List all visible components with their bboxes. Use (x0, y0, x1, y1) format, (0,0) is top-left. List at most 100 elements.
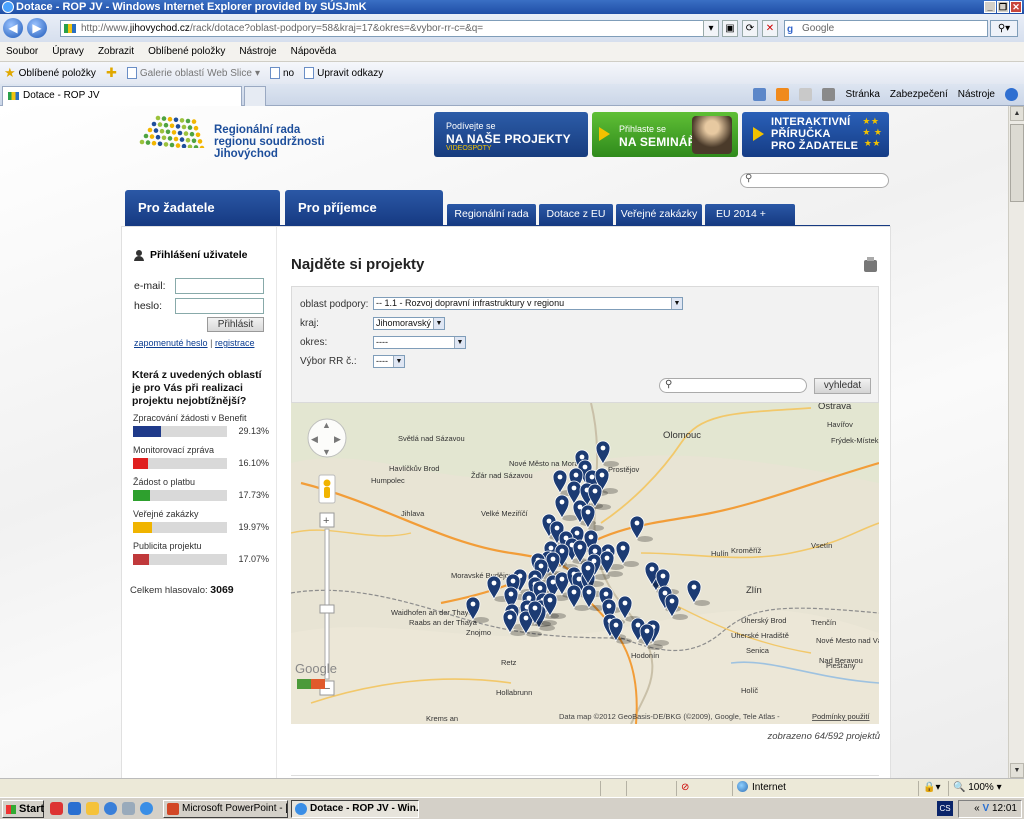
task-powerpoint[interactable]: Microsoft PowerPoint - [... (163, 800, 288, 818)
marker-dot (592, 548, 598, 554)
map-terms-link[interactable]: Podmínky použití (812, 712, 870, 721)
menu-help[interactable]: Nápověda (291, 46, 337, 57)
play-icon (599, 127, 610, 141)
map-canvas[interactable]: OstravaHavířovFrýdek-MístekOlomoucProstě… (291, 403, 879, 724)
zoom-level[interactable]: 🔍 100% ▾ (948, 781, 1008, 796)
banner-projects-sub: VIDEOSPOTY (446, 145, 492, 152)
oblast-select[interactable]: -- 1.1 - Rozvoj dopravní infrastruktury … (373, 297, 683, 310)
google-logo: Google (295, 661, 337, 676)
favorite-no[interactable]: no (269, 67, 294, 79)
clock[interactable]: 12:01 (992, 803, 1017, 814)
help-icon[interactable] (1005, 88, 1018, 101)
scroll-down-button[interactable]: ▼ (1010, 763, 1024, 778)
banner-seminar[interactable]: Přihlaste se NA SEMINÁŘ (592, 112, 738, 157)
login-button[interactable]: Přihlásit (207, 317, 264, 332)
favorites-button[interactable]: ★ Oblíbené položky (4, 65, 96, 81)
menu-favorites[interactable]: Oblíbené položky (148, 46, 225, 57)
tools-menu[interactable]: Nástroje (958, 89, 995, 100)
search-projects-button[interactable]: vyhledat (814, 378, 871, 394)
forgot-password-link[interactable]: zapomenuté heslo (134, 338, 208, 348)
search-button[interactable]: ⚲▾ (990, 20, 1018, 37)
vertical-scrollbar[interactable]: ▲ ▼ (1008, 106, 1024, 778)
menu-tools[interactable]: Nástroje (239, 46, 276, 57)
marker-dot (660, 573, 666, 579)
refresh-icon[interactable]: ⟳ (742, 20, 758, 37)
register-link[interactable]: registrace (215, 338, 255, 348)
tab-verejne-zakazky[interactable]: Veřejné zakázky (616, 204, 702, 225)
safety-menu[interactable]: Zabezpečení (890, 89, 948, 100)
forward-button[interactable]: ▶ (27, 18, 47, 38)
quicklaunch-media-icon[interactable] (104, 802, 117, 815)
project-search-input[interactable]: ⚲ (659, 378, 807, 393)
rss-icon[interactable] (776, 88, 790, 101)
tab-pro-prijemce[interactable]: Pro příjemce (285, 190, 443, 225)
address-field[interactable]: http://www.jihovychod.cz/rack/dotace?obl… (60, 20, 716, 37)
google-search-input[interactable]: g Google (784, 20, 988, 37)
okres-select[interactable]: ---- ▼ (373, 336, 466, 349)
vybor-label: Výbor RR č.: (300, 356, 357, 367)
quicklaunch-ie-icon[interactable] (140, 802, 153, 815)
quicklaunch-folder-icon[interactable] (86, 802, 99, 815)
project-map[interactable]: Ostrava Havířov Frýdek-Místek Olomouc Prostě… (291, 403, 879, 724)
back-button[interactable]: ◀ (3, 18, 23, 38)
login-title: Přihlášení uživatele (150, 249, 248, 261)
page-menu[interactable]: Stránka (845, 89, 879, 100)
tab-regionalni-rada[interactable]: Regionální rada (447, 204, 536, 225)
scroll-up-button[interactable]: ▲ (1010, 106, 1024, 121)
password-field[interactable] (175, 298, 264, 314)
vybor-select[interactable]: ---- ▼ (373, 355, 405, 368)
svg-text:+: + (323, 515, 329, 527)
quicklaunch-help-icon[interactable] (68, 802, 81, 815)
banner-handbook[interactable]: INTERAKTIVNÍ PŘÍRUČKA PRO ŽADATELE ★ ★ ★ … (742, 112, 889, 157)
address-dropdown-icon[interactable]: ▾ (703, 20, 719, 37)
web-slice-gallery[interactable]: Galerie oblastí Web Slice ▾ (126, 67, 260, 79)
poll-question: Která z uvedených oblastí je pro Vás při… (132, 369, 262, 407)
task-ie[interactable]: Dotace - ROP JV - Win... (291, 800, 419, 818)
menu-file[interactable]: Soubor (6, 46, 38, 57)
banner-projects[interactable]: Podívejte se NA NAŠE PROJEKTY VIDEOSPOTY (434, 112, 588, 157)
print-toolbar-icon[interactable] (822, 88, 836, 101)
tab-pro-zadatele[interactable]: Pro žadatele (125, 190, 280, 225)
map-place-label: Znojmo (466, 628, 491, 637)
quicklaunch-opera-icon[interactable] (50, 802, 63, 815)
home-icon[interactable] (753, 88, 767, 101)
banner-projects-small: Podívejte se (446, 121, 496, 131)
protected-mode-segment[interactable]: 🔒▾ (918, 781, 948, 796)
print-icon[interactable] (864, 257, 877, 272)
tab-dotace-z-eu[interactable]: Dotace z EU (539, 204, 613, 225)
marker-dot (603, 591, 609, 597)
start-button[interactable]: Start (2, 800, 44, 818)
map-place-label: Senica (746, 646, 770, 655)
marker-shadow (694, 600, 710, 606)
chevron-down-icon: ▼ (393, 356, 404, 367)
logo-line-3: Jihovýchod (214, 148, 278, 160)
add-favorite-button[interactable]: ✚ (106, 65, 117, 81)
tab-eu-2014[interactable]: EU 2014 + (705, 204, 795, 225)
site-search-input[interactable]: ⚲ (740, 173, 889, 188)
minimize-button[interactable]: _ (984, 1, 996, 13)
zoom-slider-handle[interactable] (319, 604, 335, 614)
zoom-slider[interactable] (324, 528, 330, 680)
language-indicator[interactable]: CS (937, 801, 953, 816)
tray-app-icon[interactable]: V (983, 803, 990, 814)
stop-icon[interactable]: ✕ (762, 20, 778, 37)
marker-dot (574, 530, 580, 536)
email-field[interactable] (175, 278, 264, 294)
menu-edit[interactable]: Úpravy (52, 46, 84, 57)
marker-dot (548, 545, 554, 551)
compatibility-icon[interactable]: ▣ (722, 20, 738, 37)
kraj-select[interactable]: Jihomoravský ▼ (373, 317, 445, 330)
site-logo[interactable]: Regionální rada regionu soudržnosti Jiho… (136, 110, 336, 162)
edit-links[interactable]: Upravit odkazy (304, 67, 383, 79)
mail-icon[interactable] (799, 88, 813, 101)
window-controls: _ ❐ ✕ (984, 1, 1022, 13)
menu-view[interactable]: Zobrazit (98, 46, 134, 57)
favorites-bar: ★ Oblíbené položky ✚ Galerie oblastí Web … (0, 62, 1024, 84)
maximize-button[interactable]: ❐ (997, 1, 1009, 13)
scroll-thumb[interactable] (1010, 124, 1024, 202)
browser-tab[interactable]: Dotace - ROP JV (2, 86, 242, 106)
close-button[interactable]: ✕ (1010, 1, 1022, 13)
quicklaunch-desktop-icon[interactable] (122, 802, 135, 815)
new-tab-button[interactable] (244, 86, 266, 106)
poll-bar (133, 522, 227, 533)
